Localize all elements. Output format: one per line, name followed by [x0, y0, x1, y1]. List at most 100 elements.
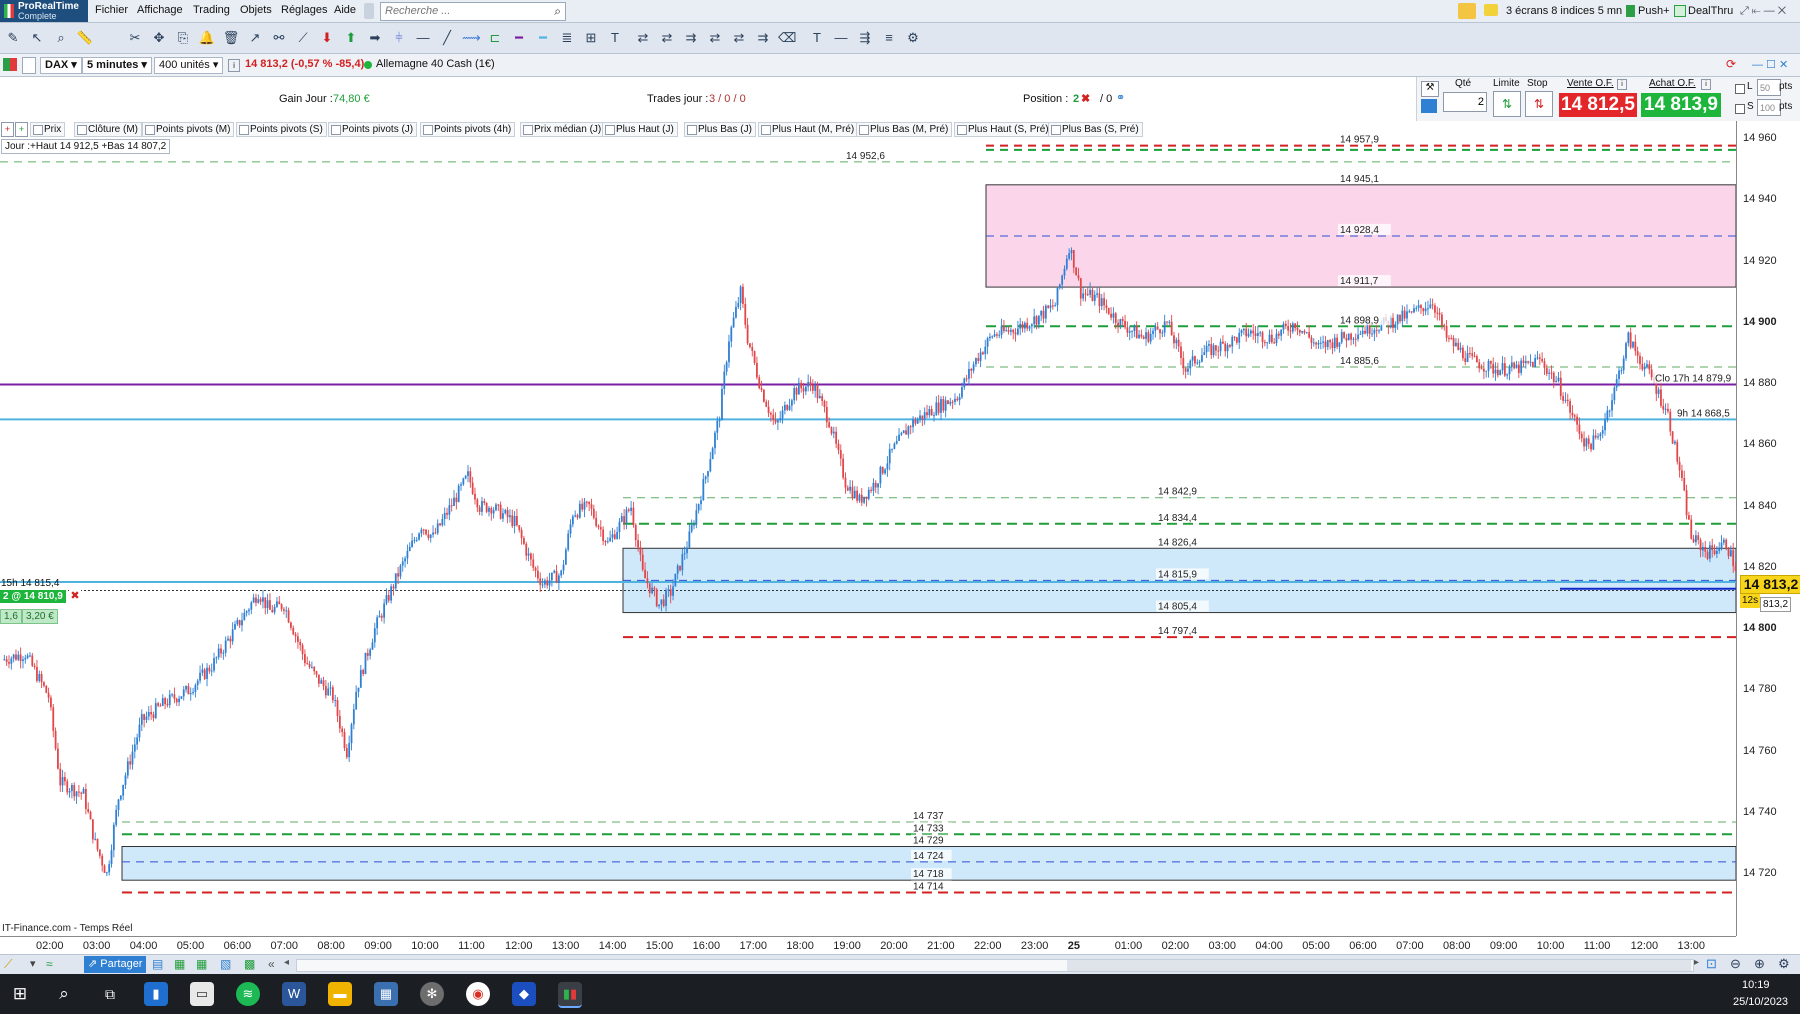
- spotify-icon[interactable]: ≋: [236, 982, 260, 1006]
- search-taskbar-icon[interactable]: ⌕: [52, 982, 76, 1006]
- probacktest-icon[interactable]: ≈: [46, 957, 64, 972]
- keyboard-icon[interactable]: [1421, 99, 1437, 113]
- interval-dropdown[interactable]: 5 minutes ▾: [82, 57, 152, 74]
- purple-line-icon[interactable]: ━: [510, 29, 528, 47]
- limit-checkbox[interactable]: [1735, 84, 1745, 94]
- search-icon[interactable]: ⌕: [554, 4, 561, 19]
- arrows-icon-4[interactable]: ⇄: [706, 29, 724, 47]
- settings-indicator-icon[interactable]: +: [15, 122, 28, 137]
- dealthru-button[interactable]: DealThru: [1688, 2, 1733, 20]
- calculator-icon[interactable]: ▦: [374, 982, 398, 1006]
- settings-icon[interactable]: ⚙: [904, 29, 922, 47]
- symbol-dropdown[interactable]: DAX ▾: [40, 57, 82, 74]
- add-indicator-icon[interactable]: +: [1, 122, 14, 137]
- legend-item-plus-haut-j[interactable]: Plus Haut (J): [602, 122, 678, 137]
- search-box[interactable]: ⌕: [380, 2, 566, 21]
- buy-arrow-icon[interactable]: ⬆: [342, 29, 360, 47]
- bell-icon[interactable]: 🔔: [198, 29, 216, 47]
- units-dropdown[interactable]: 400 unités ▾: [154, 57, 224, 74]
- chart-type-icon[interactable]: [3, 58, 17, 71]
- legend-item-cl-ture-m[interactable]: Clôture (M): [74, 122, 143, 137]
- text-icon[interactable]: T: [606, 29, 624, 47]
- segment-icon[interactable]: ⟋: [294, 29, 312, 47]
- buy-button[interactable]: 14 813,9: [1641, 93, 1721, 117]
- tools-icon[interactable]: ✂: [126, 29, 144, 47]
- copy-icon[interactable]: ⎘: [174, 29, 192, 47]
- push-button[interactable]: Push+: [1638, 2, 1670, 20]
- app-logo[interactable]: ProRealTime Complete: [0, 0, 88, 22]
- stop-checkbox[interactable]: [1735, 104, 1745, 114]
- lock-icon-2[interactable]: [22, 57, 36, 74]
- lock-icon[interactable]: [364, 3, 374, 19]
- fib-icon[interactable]: ≣: [558, 29, 576, 47]
- menu-objets[interactable]: Objets: [240, 4, 272, 16]
- trendline-icon[interactable]: ╱: [438, 29, 456, 47]
- right-arrow-icon[interactable]: ➡: [366, 29, 384, 47]
- bracket-icon[interactable]: ⊏: [486, 29, 504, 47]
- chart-window-controls[interactable]: — ☐ ✕: [1752, 58, 1788, 71]
- legend-item-plus-haut-s-pr[interactable]: Plus Haut (S, Pré): [954, 122, 1053, 137]
- stop-order-button[interactable]: ⇅: [1525, 91, 1553, 117]
- l-input[interactable]: [1757, 79, 1781, 96]
- move-icon[interactable]: ✥: [150, 29, 168, 47]
- zoom-in-icon[interactable]: ⊕: [1754, 956, 1765, 972]
- message-icon[interactable]: [1484, 4, 1498, 16]
- ray-icon[interactable]: ⟿: [462, 29, 481, 47]
- legend-item-plus-bas-s-pr[interactable]: Plus Bas (S, Pré): [1048, 122, 1143, 137]
- link-orders-icon[interactable]: ⚭: [1116, 91, 1125, 104]
- hline-icon[interactable]: —: [414, 29, 432, 47]
- task-view-icon[interactable]: ⧉: [98, 982, 122, 1006]
- s-input[interactable]: [1757, 99, 1781, 116]
- cursor-icon[interactable]: ↖: [28, 29, 46, 47]
- prorealtime-taskbar-icon[interactable]: ▮▮: [558, 982, 582, 1008]
- arrows-icon-3[interactable]: ⇉: [682, 29, 700, 47]
- wrench-icon[interactable]: ⚒: [1421, 81, 1439, 97]
- sell-button[interactable]: 14 812,5: [1559, 93, 1637, 117]
- legend-item-plus-bas-j[interactable]: Plus Bas (J): [684, 122, 756, 137]
- app-icon-ball[interactable]: ✻: [420, 982, 444, 1006]
- layout-icon-3[interactable]: ▦: [196, 957, 207, 971]
- menu-aide[interactable]: Aide: [334, 4, 356, 16]
- buy-info-icon[interactable]: i: [1701, 79, 1711, 90]
- legend-item-prix[interactable]: Prix: [30, 122, 66, 137]
- layout-icon-5[interactable]: ▩: [244, 957, 255, 971]
- file-explorer-icon[interactable]: ▬: [328, 982, 352, 1006]
- limit-order-button[interactable]: ⇅: [1493, 91, 1521, 117]
- link-icon[interactable]: ⚯: [270, 29, 288, 47]
- scroll-left-fast-icon[interactable]: «: [268, 957, 275, 971]
- chrome-icon[interactable]: ◉: [466, 982, 490, 1006]
- grid-icon[interactable]: ⊞: [582, 29, 600, 47]
- refresh-icon[interactable]: ⟳: [1726, 57, 1744, 73]
- scroll-left-icon[interactable]: ◂: [284, 957, 289, 968]
- sell-arrow-icon[interactable]: ⬇: [318, 29, 336, 47]
- windows-start-icon[interactable]: ⊞: [8, 982, 32, 1006]
- legend-item-prix-m-dian-j[interactable]: Prix médian (J): [520, 122, 606, 137]
- search-input[interactable]: [381, 3, 549, 18]
- menu-affichage[interactable]: Affichage: [137, 4, 183, 16]
- close-position-badge-icon[interactable]: ✖: [69, 590, 81, 603]
- zoom-out-icon[interactable]: ⊖: [1730, 956, 1741, 972]
- share-button[interactable]: ⇗ Partager: [84, 956, 147, 973]
- indicator-icon[interactable]: ⟋: [4, 957, 22, 972]
- app-icon-blue[interactable]: ◆: [512, 982, 536, 1006]
- arrows-icon-5[interactable]: ⇄: [730, 29, 748, 47]
- levels-icon-2[interactable]: ≡: [880, 29, 898, 47]
- trash-icon[interactable]: 🗑: [222, 29, 240, 47]
- info-icon[interactable]: i: [228, 59, 240, 72]
- time-axis[interactable]: 02:00 03:00 04:00 05:00 06:00 07:00 08:00 09:00…: [0, 936, 1736, 955]
- legend-item-plus-bas-m-pr[interactable]: Plus Bas (M, Pré): [856, 122, 953, 137]
- arrows-icon-2[interactable]: ⇄: [658, 29, 676, 47]
- sell-info-icon[interactable]: i: [1617, 79, 1627, 90]
- layout-icon-4[interactable]: ▧: [220, 957, 231, 971]
- price-axis[interactable]: 14 720 14 740 14 760 14 780 14 800 14 820 14 8…: [1736, 121, 1800, 936]
- chart-settings-icon[interactable]: ⚙: [1778, 956, 1790, 972]
- legend-item-points-pivots-m[interactable]: Points pivots (M): [142, 122, 235, 137]
- menu-fichier[interactable]: Fichier: [95, 4, 128, 16]
- arrows-icon-1[interactable]: ⇄: [634, 29, 652, 47]
- word-icon[interactable]: W: [282, 982, 306, 1006]
- text-box-icon[interactable]: T: [808, 29, 826, 47]
- channel-icon[interactable]: ⫩: [390, 29, 408, 47]
- legend-item-points-pivots-s[interactable]: Points pivots (S): [236, 122, 327, 137]
- scroll-right-icon[interactable]: ▸: [1694, 957, 1699, 968]
- zoom-fit-icon[interactable]: ⊡: [1706, 956, 1717, 972]
